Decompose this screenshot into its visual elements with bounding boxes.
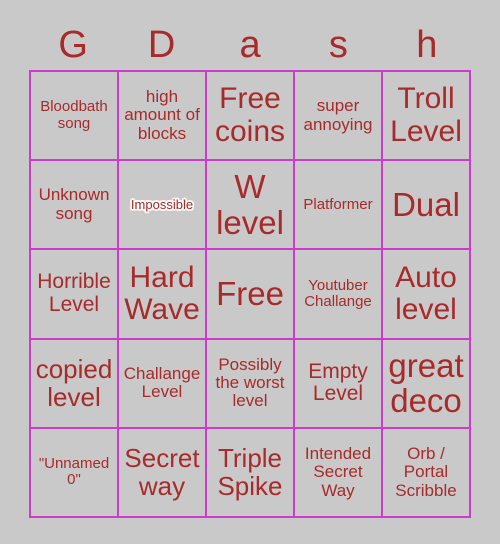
bingo-cell-label: W level <box>216 168 284 241</box>
bingo-card: G D a s h Bloodbath song high amount of b… <box>0 0 500 544</box>
header-letter-0: G <box>58 24 88 66</box>
bingo-cell[interactable]: Impossible <box>119 161 207 251</box>
bingo-cell-label: Free coins <box>214 82 286 148</box>
bingo-cell[interactable]: Secret way <box>119 428 207 518</box>
bingo-cell[interactable]: Unknown song <box>31 161 119 251</box>
bingo-cell-label: Empty Level <box>308 359 368 406</box>
bingo-cell-label: Auto level <box>395 260 457 326</box>
bingo-cell[interactable]: great deco <box>383 339 471 429</box>
bingo-cell-label: Intended Secret Way <box>304 443 372 500</box>
bingo-cell-label: Youtuber Challange <box>304 276 372 310</box>
bingo-cell[interactable]: Youtuber Challange <box>295 250 383 340</box>
bingo-cell-label: high amount of blocks <box>124 87 200 143</box>
bingo-cell-label: great deco <box>388 346 464 420</box>
bingo-cell-label: Dual <box>392 185 460 223</box>
bingo-cell[interactable]: W level <box>207 161 295 251</box>
bingo-cell[interactable]: Orb / Portal Scribble <box>383 428 471 518</box>
bingo-cell[interactable]: super annoying <box>295 72 383 162</box>
bingo-cell[interactable]: Horrible Level <box>31 250 119 340</box>
bingo-cell-label: Horrible Level <box>37 270 111 316</box>
bingo-cell-label: Platformer <box>303 195 373 213</box>
bingo-header-letters: G D a s h <box>29 22 471 68</box>
bingo-cell[interactable]: Empty Level <box>295 339 383 429</box>
bingo-cell-label: copied level <box>35 354 113 413</box>
bingo-cell-label: Troll Level <box>390 82 462 148</box>
header-letter-2: a <box>239 24 261 66</box>
bingo-cell-label: Orb / Portal Scribble <box>395 443 457 500</box>
bingo-cell[interactable]: Troll Level <box>383 72 471 162</box>
bingo-cell[interactable]: Intended Secret Way <box>295 428 383 518</box>
bingo-cell-label: Free <box>216 275 284 313</box>
header-letter-4: h <box>416 24 438 66</box>
bingo-cell[interactable]: Hard Wave <box>119 250 207 340</box>
bingo-cell-label: Challange Level <box>123 363 201 402</box>
bingo-cell[interactable]: Challange Level <box>119 339 207 429</box>
bingo-cell-label: Impossible <box>130 196 194 212</box>
bingo-cell-label: "Unnamed 0" <box>38 455 110 489</box>
bingo-cell[interactable]: Free <box>207 250 295 340</box>
bingo-cell[interactable]: Possibly the worst level <box>207 339 295 429</box>
bingo-cell-label: Hard Wave <box>124 260 200 326</box>
bingo-cell[interactable]: Triple Spike <box>207 428 295 518</box>
header-letter-3: s <box>328 24 348 66</box>
bingo-cell-label: super annoying <box>303 96 373 134</box>
bingo-cell-label: Unknown song <box>38 185 110 223</box>
bingo-cell[interactable]: Auto level <box>383 250 471 340</box>
bingo-cell[interactable]: Dual <box>383 161 471 251</box>
bingo-cell[interactable]: Bloodbath song <box>31 72 119 162</box>
bingo-cell-label: Secret way <box>124 443 200 502</box>
bingo-grid: Bloodbath song high amount of blocks Free … <box>29 70 471 518</box>
bingo-cell-label: Bloodbath song <box>40 98 108 132</box>
bingo-cell[interactable]: Platformer <box>295 161 383 251</box>
bingo-cell-label: Possibly the worst level <box>215 354 285 411</box>
header-letter-1: D <box>147 24 176 66</box>
bingo-cell-label: Triple Spike <box>217 443 283 502</box>
bingo-cell[interactable]: Free coins <box>207 72 295 162</box>
bingo-cell[interactable]: "Unnamed 0" <box>31 428 119 518</box>
bingo-cell[interactable]: copied level <box>31 339 119 429</box>
bingo-cell[interactable]: high amount of blocks <box>119 72 207 162</box>
